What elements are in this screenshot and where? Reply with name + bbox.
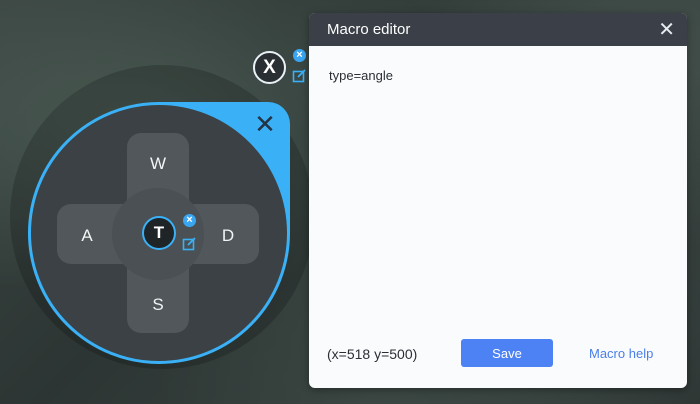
macro-editor-title: Macro editor [327, 21, 411, 38]
remove-key-x-icon[interactable]: × [293, 49, 306, 62]
edit-key-x-icon[interactable] [292, 68, 307, 83]
joystick-close-icon[interactable]: ✕ [254, 111, 276, 137]
macro-help-link[interactable]: Macro help [589, 346, 653, 361]
direction-left-label: A [81, 226, 93, 245]
direction-down-label: S [152, 295, 164, 314]
close-icon[interactable]: ✕ [658, 20, 675, 40]
key-marker-x[interactable]: X [253, 51, 286, 84]
coordinates-readout: (x=518 y=500) [327, 346, 418, 362]
direction-right-label: D [221, 226, 235, 245]
edit-key-t-icon[interactable] [182, 236, 197, 251]
save-button[interactable]: Save [461, 339, 553, 367]
macro-editor-dialog: Macro editor ✕ type=angle (x=518 y=500) … [309, 13, 687, 388]
remove-key-t-icon[interactable]: × [183, 214, 196, 227]
macro-editor-header: Macro editor ✕ [309, 13, 687, 46]
direction-up-label: W [149, 154, 167, 173]
key-marker-t[interactable]: T [142, 216, 176, 250]
macro-content-editor[interactable]: type=angle [329, 68, 393, 83]
